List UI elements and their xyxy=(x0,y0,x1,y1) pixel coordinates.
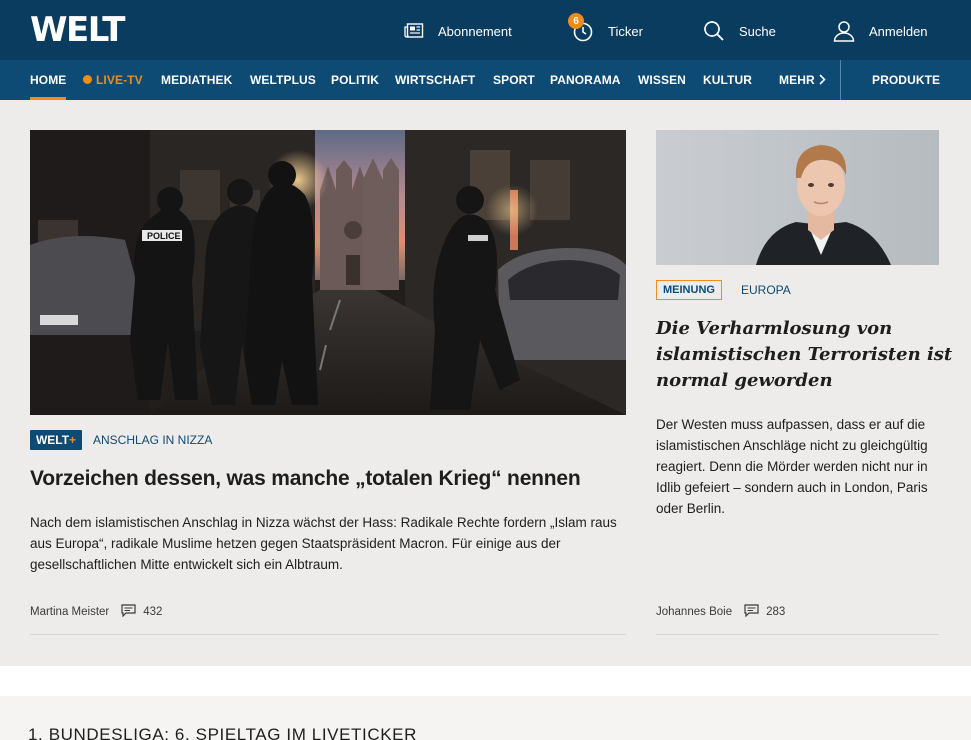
top-header: WELT Abonnement 6 Ticker Suche Anmelden xyxy=(0,0,971,60)
side-article-comment-count: 283 xyxy=(766,606,786,618)
lead-article-comments[interactable]: 432 xyxy=(121,604,162,620)
nav-item-mediathek[interactable]: MEDIATHEK xyxy=(161,60,232,100)
nav-item-mehr-label: MEHR xyxy=(779,73,815,87)
nav-item-weltplus[interactable]: WELTPLUS xyxy=(250,60,316,100)
main-navigation: HOME LIVE-TV MEDIATHEK WELTPLUS POLITIK … xyxy=(0,60,971,100)
ticker-count-badge: 6 xyxy=(568,13,584,29)
lead-article-headline[interactable]: Vorzeichen dessen, was manche „totalen K… xyxy=(30,466,630,492)
nav-item-live-tv[interactable]: LIVE-TV xyxy=(83,60,143,100)
meinung-badge: MEINUNG xyxy=(656,280,722,300)
nav-item-panorama[interactable]: PANORAMA xyxy=(550,60,621,100)
side-article-divider xyxy=(656,634,939,635)
side-article-headline[interactable]: Die Verharmlosung von islamistischen Ter… xyxy=(656,316,956,394)
login-label: Anmelden xyxy=(869,23,928,39)
nav-item-kultur[interactable]: KULTUR xyxy=(703,60,752,100)
ticker-label: Ticker xyxy=(608,23,643,39)
side-article-meta: Johannes Boie 283 xyxy=(656,604,785,620)
newspaper-icon xyxy=(404,23,424,39)
lead-article-kicker[interactable]: ANSCHLAG IN NIZZA xyxy=(93,433,212,447)
welt-logo[interactable]: WELT xyxy=(30,12,125,48)
comment-icon xyxy=(744,604,766,620)
abonnement-link[interactable]: Abonnement xyxy=(404,18,512,44)
side-article-teaser[interactable]: Der Westen muss aufpassen, dass er auf d… xyxy=(656,414,956,519)
lead-article-author[interactable]: Martina Meister xyxy=(30,606,109,618)
lead-article-comment-count: 432 xyxy=(143,606,163,618)
search-link[interactable]: Suche xyxy=(703,18,776,44)
nav-divider xyxy=(840,60,841,100)
clock-icon: 6 xyxy=(568,13,594,42)
nav-item-sport[interactable]: SPORT xyxy=(493,60,535,100)
login-link[interactable]: Anmelden xyxy=(833,18,928,44)
side-article-comments[interactable]: 283 xyxy=(744,604,785,620)
lead-article-image[interactable]: POLICE xyxy=(30,130,626,415)
nav-item-produkte[interactable]: PRODUKTE xyxy=(872,60,940,100)
side-article-author-image[interactable] xyxy=(656,130,939,265)
lead-article-meta: Martina Meister 432 xyxy=(30,604,162,620)
nav-item-live-tv-label: LIVE-TV xyxy=(96,73,143,87)
comment-icon xyxy=(121,604,143,620)
ticker-link[interactable]: 6 Ticker xyxy=(568,13,643,44)
live-dot-icon xyxy=(83,75,92,84)
weltplus-plus-icon: + xyxy=(69,433,77,447)
police-vest-text: POLICE xyxy=(147,231,181,241)
weltplus-badge-text: WELT xyxy=(35,433,70,447)
nav-item-politik[interactable]: POLITIK xyxy=(331,60,379,100)
weltplus-badge: WELT+ xyxy=(30,430,82,450)
nav-item-home[interactable]: HOME xyxy=(30,60,67,100)
teaser-section: POLICE WELT+ ANSCHLAG IN NIZZA Vorzeiche… xyxy=(0,100,971,666)
user-icon xyxy=(833,20,855,42)
search-icon xyxy=(703,20,725,42)
chevron-right-icon xyxy=(819,61,826,102)
lead-article-teaser[interactable]: Nach dem islamistischen Anschlag in Nizz… xyxy=(30,512,630,575)
lead-article-divider xyxy=(30,634,626,635)
side-article-author[interactable]: Johannes Boie xyxy=(656,606,732,618)
nav-item-wissen[interactable]: WISSEN xyxy=(638,60,686,100)
abonnement-label: Abonnement xyxy=(438,23,512,39)
search-label: Suche xyxy=(739,23,776,39)
nav-item-mehr[interactable]: MEHR xyxy=(779,60,826,100)
nav-item-wirtschaft[interactable]: WIRTSCHAFT xyxy=(395,60,475,100)
side-article-kicker[interactable]: EUROPA xyxy=(741,283,791,297)
liveticker-section-title[interactable]: 1. BUNDESLIGA: 6. SPIELTAG IM LIVETICKER xyxy=(28,725,417,740)
